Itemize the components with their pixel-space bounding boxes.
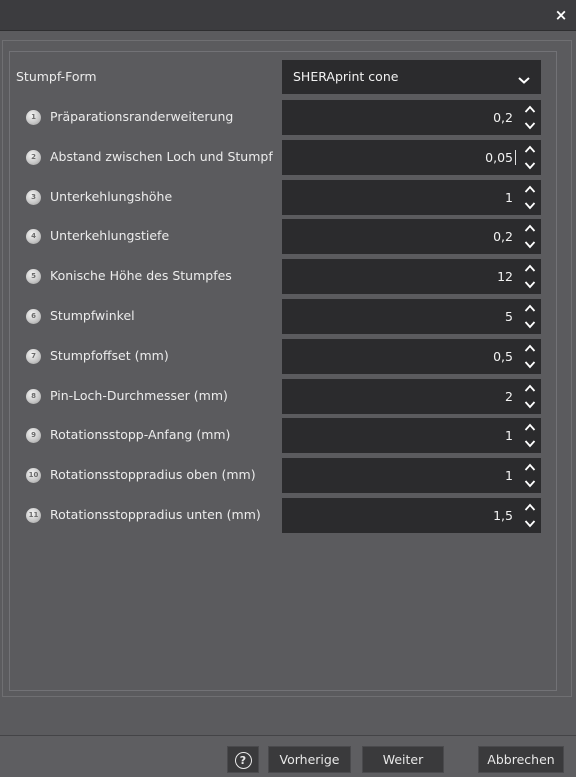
- param-input[interactable]: 1,5: [282, 498, 541, 533]
- step-number-icon: 2: [26, 150, 41, 165]
- spinner-arrows-icon[interactable]: [523, 301, 537, 332]
- spinner-arrows-icon[interactable]: [523, 182, 537, 213]
- param-input[interactable]: 1: [282, 418, 541, 453]
- param-label: Abstand zwischen Loch und Stumpf: [50, 149, 273, 164]
- shape-value: SHERAprint cone: [293, 69, 399, 84]
- param-input[interactable]: 0,2: [282, 219, 541, 254]
- param-label: Rotationsstoppradius unten (mm): [50, 507, 261, 522]
- cancel-button[interactable]: Abbrechen: [478, 746, 564, 773]
- param-value: 1: [505, 190, 513, 205]
- param-value: 0,05: [485, 150, 513, 165]
- param-row: 6 Stumpfwinkel 5: [0, 299, 576, 335]
- next-button[interactable]: Weiter: [362, 746, 444, 773]
- param-input[interactable]: 1: [282, 180, 541, 215]
- close-button[interactable]: ×: [552, 6, 570, 24]
- param-value: 5: [505, 309, 513, 324]
- param-value: 0,2: [493, 110, 513, 125]
- chevron-down-icon: [517, 71, 531, 84]
- param-row: 5 Konische Höhe des Stumpfes 12: [0, 259, 576, 295]
- help-icon: ?: [234, 752, 252, 769]
- spinner-arrows-icon[interactable]: [523, 500, 537, 531]
- param-input[interactable]: 2: [282, 379, 541, 414]
- step-number-icon: 3: [26, 190, 41, 205]
- spinner-arrows-icon[interactable]: [523, 261, 537, 292]
- param-row: 2 Abstand zwischen Loch und Stumpf 0,05: [0, 140, 576, 176]
- param-row: 9 Rotationsstopp-Anfang (mm) 1: [0, 418, 576, 454]
- param-label: Rotationsstoppradius oben (mm): [50, 467, 256, 482]
- param-value: 1,5: [493, 508, 513, 523]
- spinner-arrows-icon[interactable]: [523, 102, 537, 133]
- param-label: Stumpfoffset (mm): [50, 348, 169, 363]
- param-row: 7 Stumpfoffset (mm) 0,5: [0, 339, 576, 375]
- param-input[interactable]: 1: [282, 458, 541, 493]
- step-number-icon: 8: [26, 389, 41, 404]
- param-value: 0,5: [493, 349, 513, 364]
- param-input[interactable]: 5: [282, 299, 541, 334]
- step-number-icon: 6: [26, 309, 41, 324]
- spinner-arrows-icon[interactable]: [523, 381, 537, 412]
- param-row: 11 Rotationsstoppradius unten (mm) 1,5: [0, 498, 576, 534]
- spinner-arrows-icon[interactable]: [523, 221, 537, 252]
- param-input[interactable]: 0,5: [282, 339, 541, 374]
- param-input[interactable]: 0,2: [282, 100, 541, 135]
- param-row: 1 Präparationsranderweiterung 0,2: [0, 100, 576, 136]
- param-value: 1: [505, 428, 513, 443]
- help-button[interactable]: ?: [227, 746, 259, 773]
- step-number-icon: 1: [26, 110, 41, 125]
- param-label: Unterkehlungshöhe: [50, 189, 173, 204]
- spinner-arrows-icon[interactable]: [523, 142, 537, 173]
- shape-label: Stumpf-Form: [16, 69, 97, 84]
- step-number-icon: 7: [26, 349, 41, 364]
- param-label: Rotationsstopp-Anfang (mm): [50, 427, 231, 442]
- param-value: 12: [497, 269, 513, 284]
- param-row: 3 Unterkehlungshöhe 1: [0, 180, 576, 216]
- param-label: Konische Höhe des Stumpfes: [50, 268, 232, 283]
- dialog-footer: ? Vorherige Weiter Abbrechen: [0, 735, 576, 777]
- param-value: 0,2: [493, 229, 513, 244]
- step-number-icon: 4: [26, 229, 41, 244]
- spinner-arrows-icon[interactable]: [523, 341, 537, 372]
- param-row: 8 Pin-Loch-Durchmesser (mm) 2: [0, 379, 576, 415]
- step-number-icon: 5: [26, 269, 41, 284]
- param-value: 2: [505, 389, 513, 404]
- step-number-icon: 11: [26, 508, 41, 523]
- spinner-arrows-icon[interactable]: [523, 460, 537, 491]
- text-cursor: [515, 150, 516, 165]
- step-number-icon: 9: [26, 428, 41, 443]
- param-value: 1: [505, 468, 513, 483]
- param-input[interactable]: 12: [282, 259, 541, 294]
- param-label: Unterkehlungstiefe: [50, 228, 170, 243]
- spinner-arrows-icon[interactable]: [523, 420, 537, 451]
- param-input[interactable]: 0,05: [282, 140, 541, 175]
- param-label: Präparationsranderweiterung: [50, 109, 234, 124]
- previous-button[interactable]: Vorherige: [268, 746, 351, 773]
- param-row: 4 Unterkehlungstiefe 0,2: [0, 219, 576, 255]
- param-label: Stumpfwinkel: [50, 308, 135, 323]
- dialog-titlebar: ×: [0, 0, 576, 31]
- shape-dropdown[interactable]: SHERAprint cone: [282, 60, 541, 94]
- step-number-icon: 10: [26, 468, 41, 483]
- param-row: 10 Rotationsstoppradius oben (mm) 1: [0, 458, 576, 494]
- param-label: Pin-Loch-Durchmesser (mm): [50, 388, 228, 403]
